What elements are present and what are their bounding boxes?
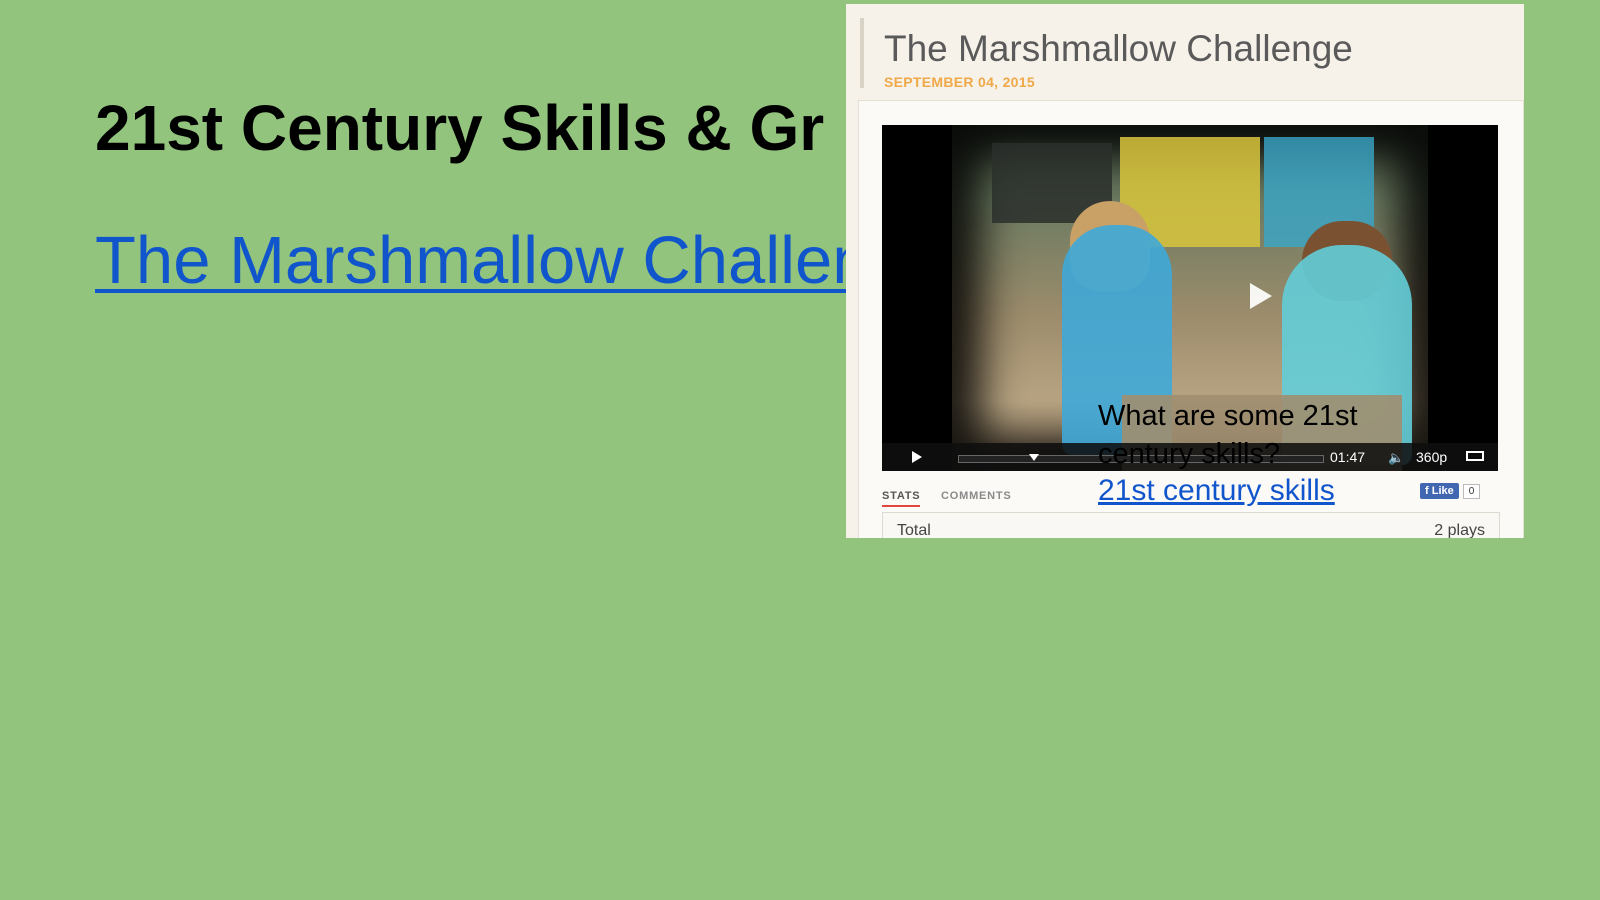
post-date: SEPTEMBER 04, 2015 <box>884 74 1035 90</box>
play-overlay-icon[interactable] <box>1250 283 1272 309</box>
facebook-icon: f <box>1425 485 1432 497</box>
post-header: The Marshmallow Challenge SEPTEMBER 04, … <box>860 18 1504 90</box>
quality-button[interactable]: 360p <box>1416 449 1447 465</box>
question-text: What are some 21st century skills? <box>1098 400 1358 470</box>
facebook-like-label: Like <box>1431 485 1454 497</box>
post-title: The Marshmallow Challenge <box>884 28 1353 69</box>
fullscreen-icon[interactable] <box>1466 451 1484 461</box>
facebook-like-button[interactable]: f Like <box>1420 483 1459 499</box>
play-icon[interactable] <box>912 451 922 463</box>
tab-stats[interactable]: STATS <box>882 490 921 507</box>
skills-link[interactable]: 21st century skills <box>1098 474 1335 508</box>
slide-title: 21st Century Skills & Gr <box>95 92 825 164</box>
stats-row: Total 2 plays <box>882 512 1500 538</box>
stats-value: 2 plays <box>1434 522 1485 538</box>
like-count: 0 <box>1462 483 1481 499</box>
tab-comments[interactable]: COMMENTS <box>941 490 1012 502</box>
seek-handle[interactable] <box>1029 454 1039 461</box>
facebook-like[interactable]: f Like 0 <box>1420 482 1481 500</box>
stats-label: Total <box>897 522 931 538</box>
marshmallow-challenge-link[interactable]: The Marshmallow Challen <box>95 222 870 299</box>
